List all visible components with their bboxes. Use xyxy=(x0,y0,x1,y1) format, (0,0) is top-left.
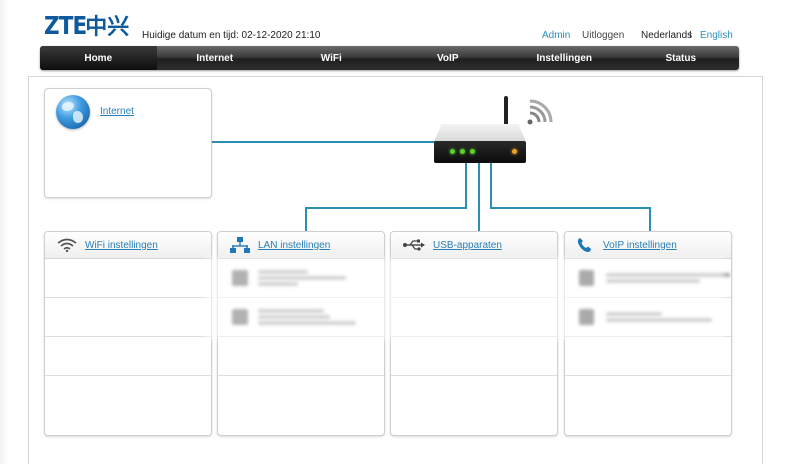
usb-devices-link[interactable]: USB-apparaten xyxy=(433,240,502,251)
list-item xyxy=(218,376,384,415)
nav-wifi[interactable]: WiFi xyxy=(273,46,390,70)
language-nl[interactable]: Nederlands xyxy=(641,30,692,41)
connector-voip-h xyxy=(490,207,651,209)
list-item xyxy=(565,337,731,376)
internet-card: Internet xyxy=(44,88,212,198)
nav-internet[interactable]: Internet xyxy=(157,46,274,70)
privacy-blur xyxy=(205,258,725,340)
nav-voip[interactable]: VoIP xyxy=(390,46,507,70)
list-item xyxy=(45,337,211,376)
logo-cn: 中兴 xyxy=(85,14,130,39)
language-en-link[interactable]: English xyxy=(700,30,733,41)
wifi-card: WiFi instellingen xyxy=(44,231,212,436)
connector-lan-h xyxy=(305,207,467,209)
connector-internet xyxy=(212,141,440,143)
wifi-icon xyxy=(57,238,77,252)
admin-link[interactable]: Admin xyxy=(542,30,570,41)
nav-home[interactable]: Home xyxy=(40,46,157,70)
language-separator: I xyxy=(689,30,692,41)
logo-text: ZTE xyxy=(44,10,87,40)
list-item xyxy=(45,298,211,337)
list-item xyxy=(218,337,384,376)
list-item xyxy=(45,259,211,298)
nav-status[interactable]: Status xyxy=(623,46,740,70)
main-nav: Home Internet WiFi VoIP Instellingen Sta… xyxy=(40,46,739,70)
wifi-signal-icon xyxy=(527,99,553,125)
router-icon xyxy=(430,94,560,174)
voip-settings-link[interactable]: VoIP instellingen xyxy=(603,240,677,251)
connector-lan-v xyxy=(305,207,307,232)
internet-link[interactable]: Internet xyxy=(100,106,134,117)
logout-link[interactable]: Uitloggen xyxy=(582,30,624,41)
nav-instellingen[interactable]: Instellingen xyxy=(506,46,623,70)
list-item xyxy=(391,376,557,415)
list-item xyxy=(391,337,557,376)
lan-settings-link[interactable]: LAN instellingen xyxy=(258,240,330,251)
connector-voip-v xyxy=(649,207,651,232)
zte-logo: ZTE 中兴 xyxy=(44,10,130,40)
usb-icon xyxy=(403,239,425,251)
wifi-settings-link[interactable]: WiFi instellingen xyxy=(85,240,158,251)
list-item xyxy=(45,376,211,415)
globe-icon xyxy=(56,95,90,129)
network-icon xyxy=(230,237,250,253)
page-edge xyxy=(0,0,8,464)
list-item xyxy=(565,376,731,415)
phone-icon xyxy=(577,238,591,252)
current-datetime: Huidige datum en tijd: 02-12-2020 21:10 xyxy=(142,30,321,41)
